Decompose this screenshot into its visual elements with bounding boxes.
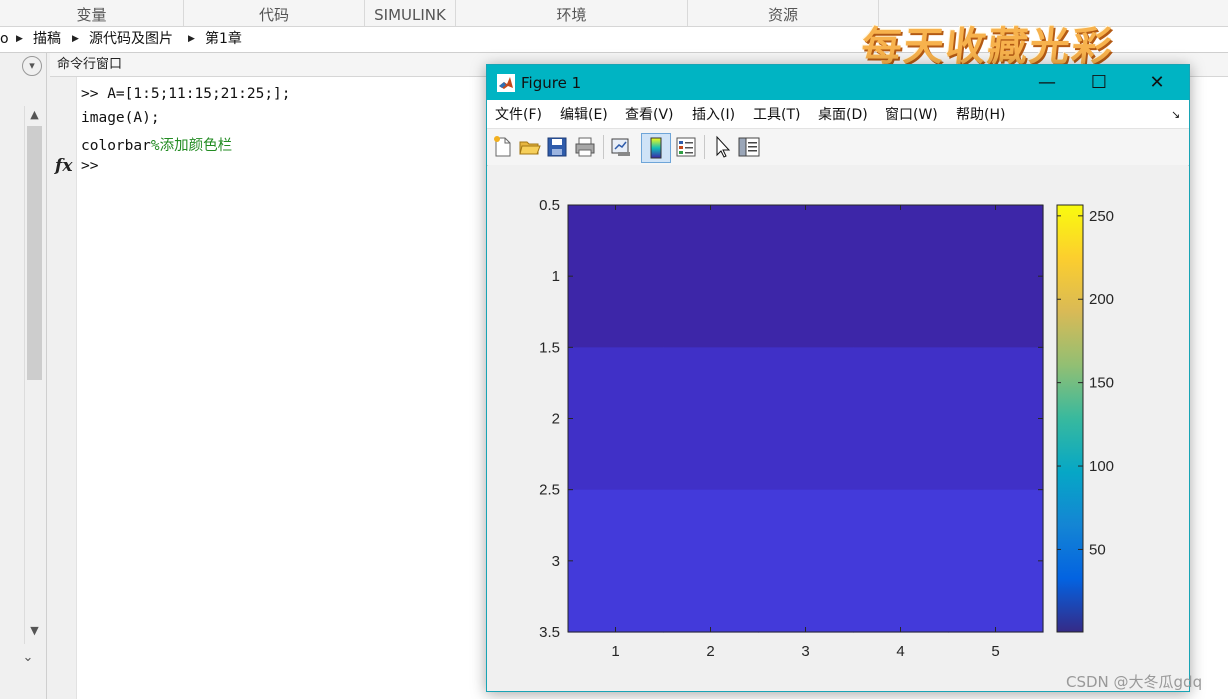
scroll-down-icon[interactable]: ▼ bbox=[27, 624, 42, 637]
heatmap-cell bbox=[853, 205, 949, 348]
toolstrip-tab-resources[interactable]: 资源 bbox=[688, 0, 879, 26]
colorbar-button-active[interactable] bbox=[641, 133, 671, 163]
colorbar-tick-label: 150 bbox=[1089, 375, 1114, 392]
heatmap-cell bbox=[758, 205, 854, 348]
toolbar-separator bbox=[603, 135, 604, 159]
heatmap-chart: 0.5 1 1.5 2 2.5 3 3.5 1 2 3 4 5 50 100 150 200 250 bbox=[539, 197, 1114, 660]
breadcrumb-item[interactable]: 源代码及图片 bbox=[89, 27, 173, 52]
command-window-title: 命令行窗口 bbox=[57, 57, 123, 72]
breadcrumb-item[interactable]: 第1章 bbox=[205, 27, 242, 52]
breadcrumb-arrow-icon: ▶ bbox=[188, 34, 195, 44]
heatmap-cell bbox=[948, 347, 1044, 491]
heatmap-cell bbox=[568, 489, 664, 633]
new-file-icon[interactable] bbox=[491, 135, 515, 159]
menu-tools[interactable]: 工具(T) bbox=[753, 100, 800, 130]
x-tick-label: 2 bbox=[706, 643, 714, 660]
y-tick-label: 1 bbox=[552, 268, 560, 285]
heatmap-cell bbox=[853, 347, 949, 491]
menu-view[interactable]: 查看(V) bbox=[625, 100, 674, 130]
panel-menu-icon[interactable]: ▾ bbox=[22, 56, 42, 76]
command-code: colorbar bbox=[81, 138, 151, 154]
link-plot-icon[interactable] bbox=[609, 135, 633, 159]
menu-desktop[interactable]: 桌面(D) bbox=[818, 100, 868, 130]
figure-menubar: 文件(F) 编辑(E) 查看(V) 插入(I) 工具(T) 桌面(D) 窗口(W… bbox=[487, 100, 1189, 128]
command-code: >> A=[1:5;11:15;21:25;]; bbox=[81, 86, 291, 102]
scrollbar-thumb[interactable] bbox=[27, 126, 42, 380]
figure-titlebar[interactable]: Figure 1 — ☐ ✕ bbox=[487, 65, 1189, 100]
x-tick-label: 4 bbox=[896, 643, 904, 660]
heatmap-cell bbox=[663, 489, 759, 633]
save-icon[interactable] bbox=[545, 135, 569, 159]
colorbar-tick-label: 100 bbox=[1089, 458, 1114, 475]
heatmap-cell bbox=[568, 347, 664, 491]
toolstrip-tab-variable[interactable]: 变量 bbox=[0, 0, 184, 26]
command-line: colorbar%添加颜色栏 bbox=[81, 134, 232, 155]
pointer-icon[interactable] bbox=[711, 135, 735, 159]
toolstrip-tab-environment[interactable]: 环境 bbox=[456, 0, 688, 26]
x-tick-label: 3 bbox=[801, 643, 809, 660]
close-button[interactable]: ✕ bbox=[1133, 65, 1181, 100]
colorbar[interactable] bbox=[1056, 204, 1084, 633]
figure-title: Figure 1 bbox=[521, 74, 582, 92]
menu-insert[interactable]: 插入(I) bbox=[692, 100, 735, 130]
minimize-button[interactable]: — bbox=[1023, 65, 1071, 100]
menu-edit[interactable]: 编辑(E) bbox=[560, 100, 608, 130]
property-inspector-icon[interactable] bbox=[737, 135, 761, 159]
command-line: >> A=[1:5;11:15;21:25;]; bbox=[81, 86, 291, 102]
heatmap-cell bbox=[663, 205, 759, 348]
colorbar-tick-label: 200 bbox=[1089, 291, 1114, 308]
y-tick-label: 2.5 bbox=[539, 482, 560, 499]
heatmap-cell bbox=[948, 205, 1044, 348]
colorbar-icon bbox=[650, 137, 662, 159]
command-comment: %添加颜色栏 bbox=[150, 138, 233, 154]
breadcrumb-arrow-icon: ▶ bbox=[16, 34, 23, 44]
command-line: image(A); bbox=[81, 110, 160, 126]
scrollbar[interactable]: ▲ ▼ bbox=[24, 106, 44, 644]
colorbar-tick-label: 250 bbox=[1089, 208, 1114, 225]
menu-file[interactable]: 文件(F) bbox=[495, 100, 542, 130]
matlab-logo-icon bbox=[497, 74, 515, 92]
figure-canvas: 0.5 1 1.5 2 2.5 3 3.5 1 2 3 4 5 50 100 150 200 250 bbox=[488, 165, 1188, 690]
heatmap-cell bbox=[663, 347, 759, 491]
menu-help[interactable]: 帮助(H) bbox=[956, 100, 1005, 130]
x-tick-label: 5 bbox=[991, 643, 999, 660]
heatmap-cells bbox=[568, 205, 1044, 633]
command-prompt[interactable]: >> bbox=[81, 158, 98, 174]
heatmap-cell bbox=[853, 489, 949, 633]
scroll-up-icon[interactable]: ▲ bbox=[27, 108, 42, 121]
heatmap-cell bbox=[758, 347, 854, 491]
breadcrumb-arrow-icon: ▶ bbox=[72, 34, 79, 44]
y-tick-label: 3.5 bbox=[539, 624, 560, 641]
menu-window[interactable]: 窗口(W) bbox=[885, 100, 938, 130]
dock-arrow-icon[interactable]: ↘ bbox=[1171, 100, 1180, 130]
watermark-credit: CSDN @大冬瓜gdq bbox=[1066, 673, 1203, 691]
toolbar-separator bbox=[704, 135, 705, 159]
chevron-down-icon[interactable]: ⌄ bbox=[18, 650, 38, 665]
y-tick-label: 3 bbox=[552, 553, 560, 570]
figure-window[interactable]: Figure 1 — ☐ ✕ 文件(F) 编辑(E) 查看(V) 插入(I) 工… bbox=[486, 64, 1190, 692]
function-browser-icon[interactable]: fx bbox=[55, 156, 72, 176]
y-tick-label: 0.5 bbox=[539, 197, 560, 214]
open-folder-icon[interactable] bbox=[518, 135, 542, 159]
figure-toolbar bbox=[487, 128, 1189, 166]
maximize-button[interactable]: ☐ bbox=[1075, 65, 1123, 100]
heatmap-cell bbox=[568, 205, 664, 348]
command-code: image(A); bbox=[81, 110, 160, 126]
x-tick-label: 1 bbox=[611, 643, 619, 660]
y-tick-label: 1.5 bbox=[539, 339, 560, 356]
heatmap-cell bbox=[758, 489, 854, 633]
y-tick-label: 2 bbox=[552, 411, 560, 428]
legend-icon[interactable] bbox=[674, 135, 698, 159]
colorbar-tick-label: 50 bbox=[1089, 541, 1106, 558]
heatmap-cell bbox=[948, 489, 1044, 633]
toolstrip-tab-code[interactable]: 代码 bbox=[184, 0, 365, 26]
breadcrumb-item[interactable]: 描稿 bbox=[33, 27, 61, 52]
breadcrumb-item[interactable]: o bbox=[0, 27, 9, 52]
print-icon[interactable] bbox=[573, 135, 597, 159]
toolstrip-tab-simulink[interactable]: SIMULINK bbox=[365, 0, 456, 26]
